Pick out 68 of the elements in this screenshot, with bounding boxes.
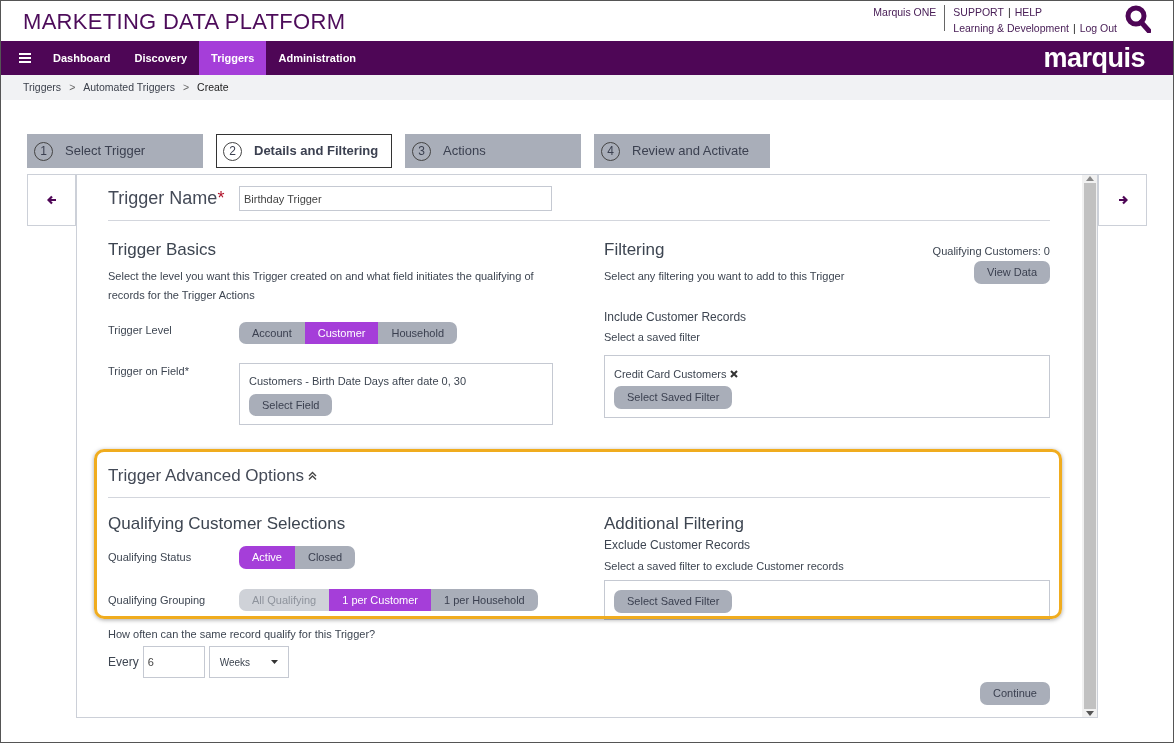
left-arrow-icon [46, 195, 57, 205]
section-title: Qualifying Customer Selections [108, 512, 347, 535]
menu-icon[interactable] [19, 53, 31, 63]
header-link[interactable]: SUPPORT [953, 5, 1004, 21]
filter-tag: Credit Card Customers [614, 365, 727, 382]
continue-button[interactable]: Continue [979, 682, 1050, 705]
collapse-chevron-icon[interactable] [307, 471, 317, 481]
breadcrumb-separator: > [182, 79, 190, 95]
breadcrumb-separator: > [69, 79, 76, 95]
nav-tab[interactable]: Triggers [199, 41, 267, 75]
number-field[interactable]: 6 [142, 646, 205, 678]
field-label: Trigger Level [108, 322, 173, 338]
breadcrumb-link[interactable]: Triggers [23, 79, 62, 96]
field-label: Trigger on Field* [108, 364, 190, 379]
toggle-option[interactable]: 1 per Customer [329, 588, 431, 611]
scroll-up-icon[interactable] [1085, 175, 1094, 181]
toggle-option[interactable]: Household [378, 321, 458, 344]
wizard-step[interactable]: 3 Actions [405, 134, 581, 168]
account-link[interactable]: Marquis ONE [873, 5, 946, 32]
toggle-option[interactable]: 1 per Household [431, 588, 538, 611]
section-title: Filtering [604, 239, 666, 261]
question-text: How often can the same record qualify for this Trigger? [108, 627, 377, 642]
description: Select any filtering you want to add to this Trigger [604, 268, 845, 284]
section-title[interactable]: Trigger Advanced Options [108, 463, 304, 489]
scrollbar[interactable] [1082, 175, 1097, 717]
count-text: Qualifying Customers: 0 [932, 244, 1050, 259]
select-field-button[interactable]: Select Field [249, 393, 333, 416]
logo: marquis [1043, 42, 1146, 75]
right-arrow-icon [1117, 195, 1128, 205]
hint-text: Select a saved filter [604, 329, 701, 345]
separator: | [1007, 5, 1011, 21]
section-title: Additional Filtering [604, 512, 745, 535]
caret-icon [270, 660, 278, 664]
description: Select the level you want this Trigger created on and what field initiates the qualifying of records for the Trigger Actions [108, 268, 535, 303]
select-saved-filter-button[interactable]: Select Saved Filter [614, 386, 733, 409]
field-label: Qualifying Grouping [108, 592, 207, 608]
view-data-button[interactable]: View Data [974, 261, 1050, 284]
section-title: Trigger Basics [108, 239, 217, 261]
hint-text: Select a saved filter to exclude Customer records [604, 559, 845, 574]
unit-dropdown[interactable]: Weeks [208, 646, 289, 678]
subsection-title: Exclude Customer Records [604, 537, 752, 554]
search-icon[interactable] [1125, 5, 1151, 34]
header-link[interactable]: Learning & Development [953, 21, 1069, 37]
breadcrumb-current: Create [197, 79, 229, 95]
wizard-step[interactable]: 4 Review and Activate [594, 134, 770, 168]
toggle-option[interactable]: Active [239, 546, 295, 569]
nav-tab[interactable]: Dashboard [41, 41, 123, 75]
separator: | [1072, 21, 1076, 36]
select-saved-filter-button[interactable]: Select Saved Filter [614, 590, 733, 613]
header-link[interactable]: HELP [1014, 5, 1043, 21]
nav-tab[interactable]: Discovery [122, 41, 200, 75]
header-link[interactable]: Log Out [1079, 21, 1117, 37]
toggle-option[interactable]: Closed [294, 546, 356, 569]
text-field[interactable]: Birthday Trigger [239, 186, 552, 211]
toggle-option[interactable]: Account [239, 321, 305, 344]
wizard-step[interactable]: 1 Select Trigger [27, 134, 203, 168]
scroll-down-icon[interactable] [1085, 711, 1094, 717]
field-label: Every [108, 654, 139, 671]
field-label: Trigger Name* [108, 187, 226, 210]
subsection-title: Include Customer Records [604, 308, 748, 326]
app-title: MARKETING DATA PLATFORM [23, 7, 346, 36]
breadcrumb-link[interactable]: Automated Triggers [83, 79, 175, 96]
field-label: Qualifying Status [108, 550, 193, 565]
wizard-step[interactable]: 2 Details and Filtering [216, 134, 392, 168]
field-value: Customers - Birth Date Days after date 0, 30 [249, 374, 468, 389]
remove-icon[interactable] [730, 369, 739, 378]
toggle-option[interactable]: Customer [304, 321, 379, 344]
nav-tab[interactable]: Administration [266, 41, 369, 75]
